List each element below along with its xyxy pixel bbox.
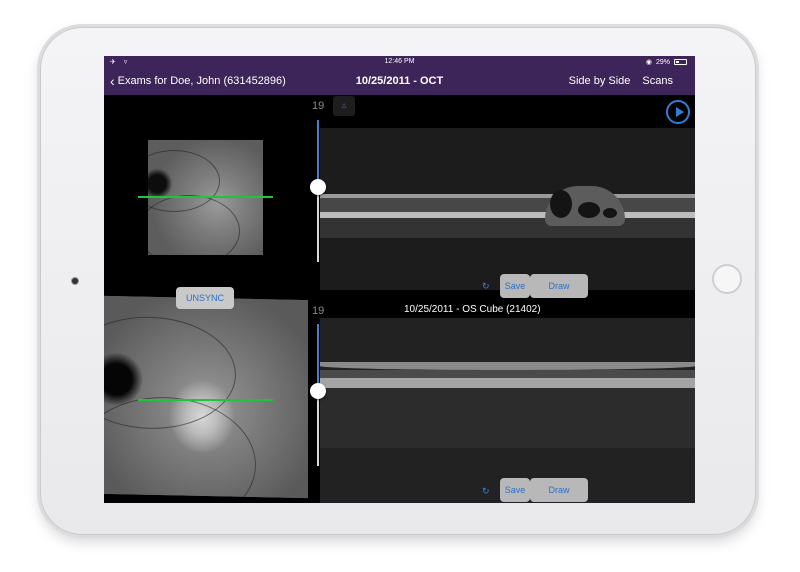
scan-option-button-top[interactable]: △ [333, 96, 355, 116]
fundus-image-bottom[interactable] [104, 295, 308, 499]
oct-layer [320, 362, 695, 370]
oct-layer [320, 218, 695, 238]
save-button-top[interactable]: Save [500, 274, 530, 298]
unsync-button[interactable]: UNSYNC [176, 287, 234, 309]
oct-scan-top[interactable] [320, 128, 695, 290]
oct-scan-bottom[interactable] [320, 318, 695, 503]
scan-number-top: 19 [312, 100, 325, 112]
app-screen: ✈ ▿ 12:46 PM ◉ 29% ‹ Exams for Doe, John… [104, 56, 695, 503]
side-by-side-button[interactable]: Side by Side [569, 75, 631, 87]
home-button[interactable] [712, 264, 742, 294]
back-label: Exams for Doe, John (631452896) [117, 75, 286, 87]
scan-caption: 10/25/2011 - OS Cube (21402) [404, 304, 541, 315]
battery-icon [674, 59, 687, 65]
draw-button-top[interactable]: Draw [530, 274, 588, 298]
status-time: 12:46 PM [384, 58, 415, 65]
oct-layer [320, 378, 695, 388]
cystic-space [578, 202, 600, 218]
status-bar: ✈ ▿ 12:46 PM ◉ 29% [104, 56, 695, 69]
camera-icon [72, 278, 78, 284]
cystic-space [550, 190, 572, 218]
scan-line-bottom[interactable] [138, 399, 273, 401]
oct-layer [320, 198, 695, 212]
vessel-shape [104, 395, 256, 499]
draw-button-bottom[interactable]: Draw [530, 478, 588, 502]
cystic-space [603, 208, 617, 218]
refresh-icon[interactable]: ↻ [482, 281, 490, 292]
scans-button[interactable]: Scans [642, 75, 673, 87]
oct-layer [320, 370, 695, 378]
nav-actions: Side by Side Scans [569, 75, 673, 87]
oct-layer [320, 388, 695, 448]
save-button-bottom[interactable]: Save [500, 478, 530, 502]
play-icon[interactable] [666, 100, 690, 124]
scan-line-top[interactable] [138, 196, 273, 198]
scan-number-bottom: 19 [312, 305, 325, 317]
slice-slider-knob-top[interactable] [310, 178, 326, 195]
slice-slider-knob-bottom[interactable] [310, 382, 326, 399]
refresh-icon[interactable]: ↻ [482, 486, 490, 497]
vessel-shape [148, 195, 240, 255]
back-button[interactable]: ‹ Exams for Doe, John (631452896) [110, 72, 286, 89]
navigation-bar: ‹ Exams for Doe, John (631452896) 10/25/… [104, 69, 695, 95]
status-right: ◉ 29% [646, 58, 687, 66]
lock-rotation-icon: ◉ [645, 59, 652, 66]
slice-slider-fill-top [317, 120, 319, 187]
slice-slider-fill-bottom [317, 324, 319, 391]
battery-percent: 29% [655, 58, 670, 66]
chevron-left-icon: ‹ [110, 72, 115, 89]
